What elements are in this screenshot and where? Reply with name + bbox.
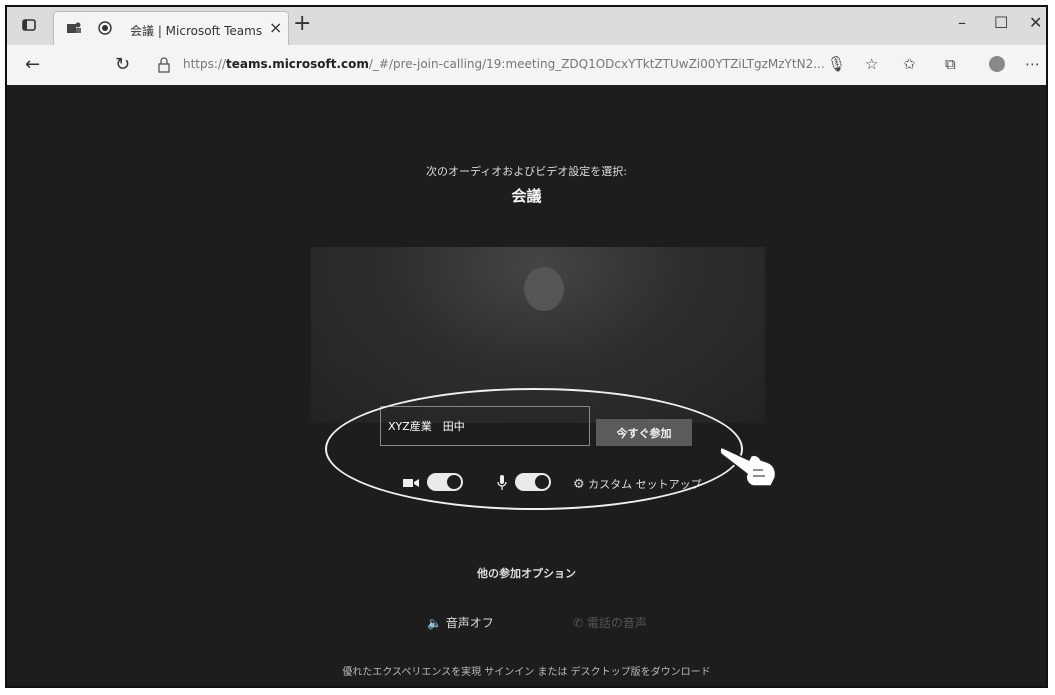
minimize-icon[interactable]: – <box>958 13 966 32</box>
url-prefix: https:// <box>183 57 227 71</box>
url-path: /_#/pre-join-calling/19:meeting_ZDQ1ODcx… <box>368 57 825 71</box>
settings-prompt: 次のオーディオおよびビデオ設定を選択: <box>426 165 627 178</box>
tab-title: 会議 | Microsoft Teams <box>130 24 263 38</box>
video-person-silhouette <box>524 267 564 311</box>
audio-off-label: 音声オフ <box>445 616 494 630</box>
collections-icon[interactable]: ⧉ <box>945 55 956 73</box>
lock-icon[interactable] <box>157 57 171 73</box>
new-tab-button[interactable]: + <box>293 11 311 36</box>
url-field[interactable]: https://teams.microsoft.com/_#/pre-join-… <box>183 57 825 71</box>
url-domain: teams.microsoft.com <box>226 57 369 71</box>
maximize-icon[interactable]: ☐ <box>994 13 1008 32</box>
more-options-icon[interactable]: ⋯ <box>1025 55 1040 73</box>
audio-off-option[interactable]: 🔈 音声オフ <box>427 614 494 631</box>
address-bar-row: ← ↻ https://teams.microsoft.com/_#/pre-j… <box>7 45 1046 86</box>
speaker-off-icon: 🔈 <box>427 616 442 630</box>
recording-icon <box>98 21 112 35</box>
phone-audio-label: 電話の音声 <box>586 616 647 630</box>
footer-signin-download[interactable]: 優れたエクスペリエンスを実現 サインイン または デスクトップ版をダウンロード <box>7 663 1046 678</box>
close-window-icon[interactable]: ✕ <box>1029 13 1042 32</box>
back-icon[interactable]: ← <box>25 54 40 75</box>
microphone-permission-icon[interactable]: 🎙 <box>827 55 846 73</box>
profile-avatar[interactable] <box>989 56 1005 72</box>
phone-audio-option[interactable]: ✆ 電話の音声 <box>573 614 647 631</box>
browser-window: 会議 | Microsoft Teams × + – ☐ ✕ ← ↻ https… <box>5 5 1048 688</box>
highlight-ellipse <box>325 388 743 510</box>
refresh-icon[interactable]: ↻ <box>115 54 130 75</box>
browser-tab[interactable]: 会議 | Microsoft Teams × <box>53 11 289 45</box>
meeting-title: 会議 <box>511 187 542 205</box>
pointing-hand-icon <box>719 446 777 487</box>
favorite-add-icon[interactable]: ☆ <box>865 55 878 73</box>
phone-icon: ✆ <box>573 616 584 630</box>
other-join-options-heading: 他の参加オプション <box>477 567 576 580</box>
tab-actions-icon[interactable] <box>21 17 37 33</box>
title-bar: 会議 | Microsoft Teams × + – ☐ ✕ <box>7 7 1046 46</box>
teams-logo-icon <box>67 22 81 33</box>
prejoin-screen: 次のオーディオおよびビデオ設定を選択: 会議 今すぐ参加 ⚙ カスタム セットア… <box>7 85 1046 686</box>
tab-close-icon[interactable]: × <box>269 18 282 37</box>
favorites-icon[interactable]: ✩ <box>903 55 916 73</box>
